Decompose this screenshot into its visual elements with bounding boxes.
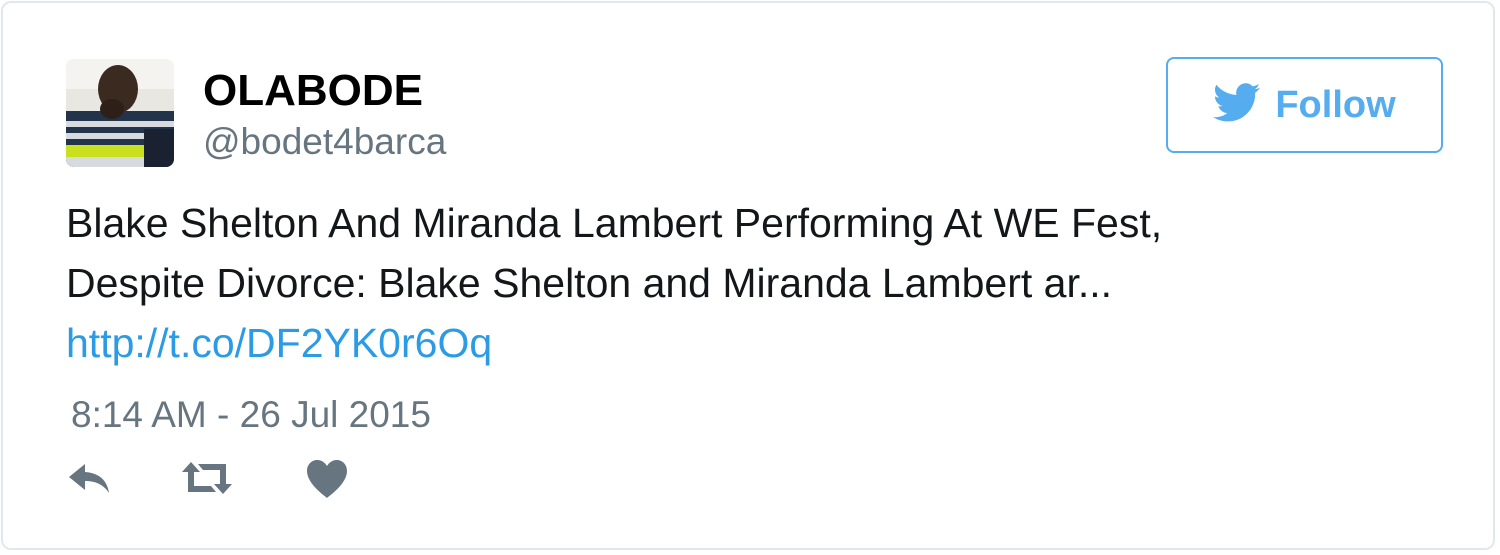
like-heart-icon[interactable] — [305, 458, 349, 505]
avatar[interactable] — [66, 59, 174, 167]
tweet-text: Blake Shelton And Miranda Lambert Perfor… — [66, 193, 1446, 373]
tweet-text-line-2: Despite Divorce: Blake Shelton and Miran… — [66, 260, 1113, 306]
avatar-image — [66, 59, 174, 167]
reply-icon[interactable] — [67, 458, 113, 503]
display-name[interactable]: OLABODE — [203, 65, 423, 117]
tweet-timestamp[interactable]: 8:14 AM - 26 Jul 2015 — [71, 393, 431, 437]
user-handle[interactable]: @bodet4barca — [203, 118, 446, 166]
retweet-icon[interactable] — [181, 458, 233, 503]
twitter-bird-icon — [1213, 82, 1261, 128]
follow-button-label: Follow — [1275, 84, 1396, 126]
tweet-card: OLABODE @bodet4barca Follow Blake Shelto… — [1, 1, 1495, 550]
follow-button[interactable]: Follow — [1166, 57, 1443, 153]
tweet-text-line-1: Blake Shelton And Miranda Lambert Perfor… — [66, 200, 1163, 246]
tweet-link[interactable]: http://t.co/DF2YK0r6Oq — [66, 320, 492, 366]
